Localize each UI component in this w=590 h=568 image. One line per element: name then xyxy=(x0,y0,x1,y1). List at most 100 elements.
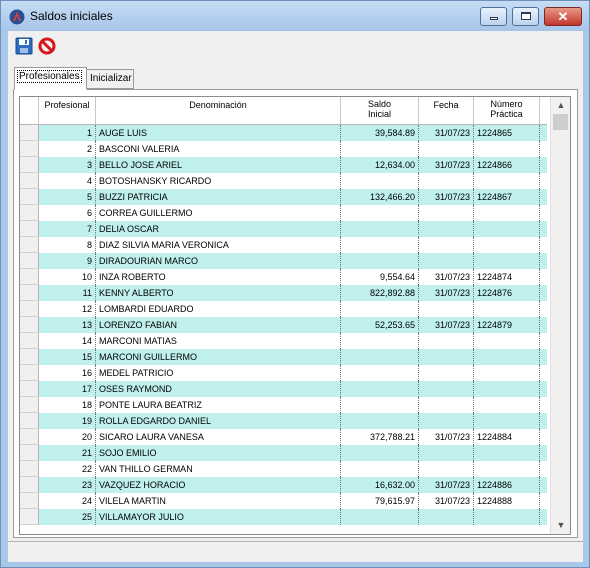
row-selector[interactable] xyxy=(20,477,39,493)
cell-fecha[interactable] xyxy=(419,141,474,157)
row-selector[interactable] xyxy=(20,141,39,157)
cell-profesional[interactable]: 13 xyxy=(39,317,96,333)
cell-profesional[interactable]: 12 xyxy=(39,301,96,317)
cell-numero-practica[interactable] xyxy=(474,413,540,429)
cell-profesional[interactable]: 19 xyxy=(39,413,96,429)
row-selector[interactable] xyxy=(20,429,39,445)
row-selector[interactable] xyxy=(20,317,39,333)
vertical-scrollbar[interactable]: ▲ ▼ xyxy=(550,97,570,534)
cell-fecha[interactable] xyxy=(419,301,474,317)
save-icon[interactable] xyxy=(15,37,33,55)
cell-profesional[interactable]: 14 xyxy=(39,333,96,349)
header-numero-practica[interactable]: Número Práctica xyxy=(474,97,540,125)
cell-fecha[interactable]: 31/07/23 xyxy=(419,317,474,333)
row-selector[interactable] xyxy=(20,125,39,141)
table-row[interactable]: 17 OSES RAYMOND xyxy=(20,381,547,397)
cell-profesional[interactable]: 1 xyxy=(39,125,96,141)
cell-profesional[interactable]: 10 xyxy=(39,269,96,285)
cell-saldo-inicial[interactable] xyxy=(341,445,419,461)
cell-fecha[interactable]: 31/07/23 xyxy=(419,493,474,509)
cell-saldo-inicial[interactable] xyxy=(341,205,419,221)
chevron-up-icon[interactable]: ▲ xyxy=(551,97,570,114)
cell-saldo-inicial[interactable] xyxy=(341,333,419,349)
row-selector[interactable] xyxy=(20,253,39,269)
cell-saldo-inicial[interactable]: 16,632.00 xyxy=(341,477,419,493)
row-selector[interactable] xyxy=(20,301,39,317)
cell-fecha[interactable] xyxy=(419,397,474,413)
table-row[interactable]: 19 ROLLA EDGARDO DANIEL xyxy=(20,413,547,429)
cell-numero-practica[interactable] xyxy=(474,381,540,397)
cell-numero-practica[interactable]: 1224866 xyxy=(474,157,540,173)
cell-numero-practica[interactable]: 1224865 xyxy=(474,125,540,141)
cell-denominacion[interactable]: INZA ROBERTO xyxy=(96,269,341,285)
cell-fecha[interactable] xyxy=(419,509,474,525)
cell-numero-practica[interactable] xyxy=(474,461,540,477)
cell-denominacion[interactable]: DIAZ SILVIA MARIA VERONICA xyxy=(96,237,341,253)
header-saldo-inicial[interactable]: Saldo Inicial xyxy=(341,97,419,125)
table-row[interactable]: 10 INZA ROBERTO 9,554.64 31/07/23 1224874 xyxy=(20,269,547,285)
scrollbar-thumb[interactable] xyxy=(553,114,568,130)
cell-saldo-inicial[interactable] xyxy=(341,253,419,269)
cell-saldo-inicial[interactable] xyxy=(341,237,419,253)
table-row[interactable]: 20 SICARO LAURA VANESA 372,788.21 31/07/23 1… xyxy=(20,429,547,445)
cell-saldo-inicial[interactable] xyxy=(341,381,419,397)
table-row[interactable]: 23 VAZQUEZ HORACIO 16,632.00 31/07/23 122488… xyxy=(20,477,547,493)
header-fecha[interactable]: Fecha xyxy=(419,97,474,125)
cell-denominacion[interactable]: BUZZI PATRICIA xyxy=(96,189,341,205)
cell-saldo-inicial[interactable]: 39,584.89 xyxy=(341,125,419,141)
cell-denominacion[interactable]: MEDEL PATRICIO xyxy=(96,365,341,381)
cell-profesional[interactable]: 20 xyxy=(39,429,96,445)
cell-fecha[interactable]: 31/07/23 xyxy=(419,157,474,173)
cell-denominacion[interactable]: VILLAMAYOR JULIO xyxy=(96,509,341,525)
row-selector[interactable] xyxy=(20,189,39,205)
cell-profesional[interactable]: 15 xyxy=(39,349,96,365)
table-row[interactable]: 4 BOTOSHANSKY RICARDO xyxy=(20,173,547,189)
row-selector[interactable] xyxy=(20,221,39,237)
cell-profesional[interactable]: 2 xyxy=(39,141,96,157)
row-selector[interactable] xyxy=(20,349,39,365)
cell-numero-practica[interactable]: 1224876 xyxy=(474,285,540,301)
row-selector[interactable] xyxy=(20,461,39,477)
cell-profesional[interactable]: 9 xyxy=(39,253,96,269)
table-row[interactable]: 7 DELIA OSCAR xyxy=(20,221,547,237)
row-selector[interactable] xyxy=(20,333,39,349)
cell-profesional[interactable]: 25 xyxy=(39,509,96,525)
cell-saldo-inicial[interactable] xyxy=(341,141,419,157)
table-row[interactable]: 16 MEDEL PATRICIO xyxy=(20,365,547,381)
cell-fecha[interactable]: 31/07/23 xyxy=(419,189,474,205)
table-row[interactable]: 1 AUGE LUIS 39,584.89 31/07/23 1224865 xyxy=(20,125,547,141)
cell-fecha[interactable]: 31/07/23 xyxy=(419,477,474,493)
cell-fecha[interactable] xyxy=(419,365,474,381)
cell-profesional[interactable]: 8 xyxy=(39,237,96,253)
tab-inicializar[interactable]: Inicializar xyxy=(86,69,134,89)
cell-fecha[interactable] xyxy=(419,237,474,253)
cell-numero-practica[interactable]: 1224867 xyxy=(474,189,540,205)
cell-denominacion[interactable]: AUGE LUIS xyxy=(96,125,341,141)
cell-profesional[interactable]: 17 xyxy=(39,381,96,397)
maximize-button[interactable] xyxy=(512,7,539,26)
cell-saldo-inicial[interactable] xyxy=(341,397,419,413)
cell-saldo-inicial[interactable]: 12,634.00 xyxy=(341,157,419,173)
cell-denominacion[interactable]: SOJO EMILIO xyxy=(96,445,341,461)
cell-profesional[interactable]: 18 xyxy=(39,397,96,413)
cell-saldo-inicial[interactable] xyxy=(341,461,419,477)
cell-profesional[interactable]: 23 xyxy=(39,477,96,493)
close-button[interactable]: ✕ xyxy=(544,7,582,26)
cell-numero-practica[interactable] xyxy=(474,301,540,317)
cell-fecha[interactable] xyxy=(419,461,474,477)
cell-denominacion[interactable]: CORREA GUILLERMO xyxy=(96,205,341,221)
table-row[interactable]: 22 VAN THILLO GERMAN xyxy=(20,461,547,477)
cell-profesional[interactable]: 3 xyxy=(39,157,96,173)
table-row[interactable]: 6 CORREA GUILLERMO xyxy=(20,205,547,221)
table-row[interactable]: 9 DIRADOURIAN MARCO xyxy=(20,253,547,269)
cell-numero-practica[interactable]: 1224886 xyxy=(474,477,540,493)
cell-saldo-inicial[interactable]: 52,253.65 xyxy=(341,317,419,333)
cell-profesional[interactable]: 21 xyxy=(39,445,96,461)
row-selector[interactable] xyxy=(20,157,39,173)
table-row[interactable]: 24 VILELA MARTIN 79,615.97 31/07/23 1224888 xyxy=(20,493,547,509)
cell-saldo-inicial[interactable] xyxy=(341,349,419,365)
cell-saldo-inicial[interactable] xyxy=(341,221,419,237)
cell-profesional[interactable]: 5 xyxy=(39,189,96,205)
cell-numero-practica[interactable] xyxy=(474,445,540,461)
cell-numero-practica[interactable] xyxy=(474,509,540,525)
